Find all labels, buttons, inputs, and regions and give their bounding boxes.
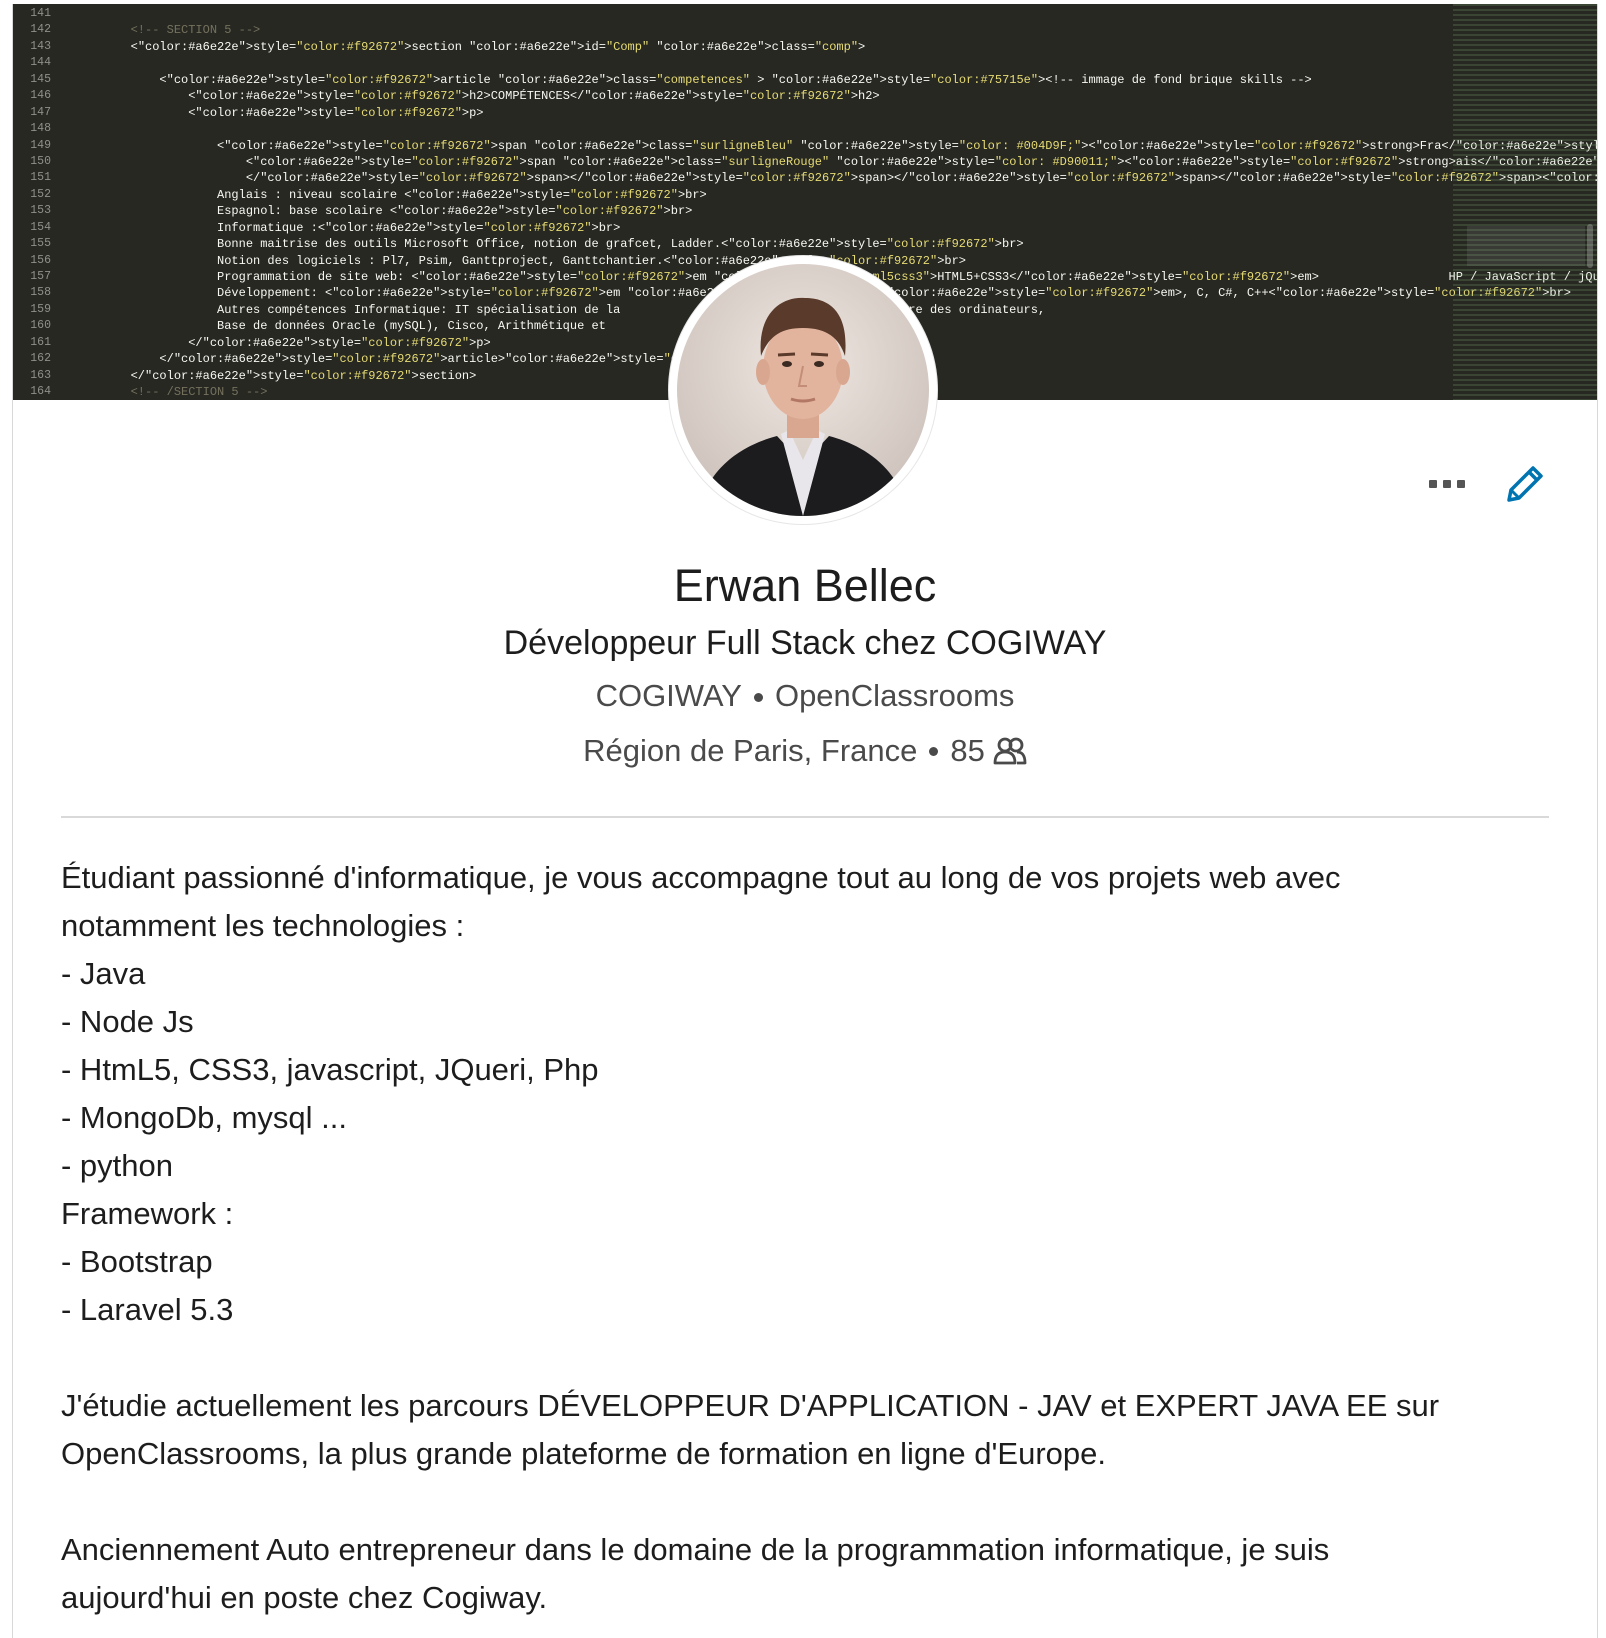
summary-line: - MongoDb, mysql ... (61, 1100, 347, 1135)
line-number: 156 (30, 253, 51, 267)
code-line: Espagnol: base scolaire <"color:#a6e22e"… (73, 204, 693, 219)
profile-location-row: Région de Paris, France 85 (13, 733, 1597, 769)
profile-headline: Développeur Full Stack chez COGIWAY (503, 624, 1107, 662)
line-number: 153 (30, 204, 51, 218)
people-icon (993, 737, 1027, 765)
profile-card: 141 142 143 144 145 146 147 148 149 150 151 152 153 1… (12, 4, 1598, 1638)
editor-minimap (1453, 4, 1597, 400)
line-number: 145 (30, 72, 51, 86)
connections-count: 85 (950, 733, 985, 768)
summary-line: OpenClassrooms, la plus grande plateform… (61, 1436, 1107, 1471)
line-number: 160 (30, 319, 51, 333)
summary-line: notamment les technologies : (61, 908, 465, 943)
avatar-image (677, 264, 929, 516)
code-line: <"color:#a6e22e">style="color:#f92672">a… (73, 72, 1312, 87)
summary-line: J'étudie actuellement les parcours DÉVEL… (61, 1388, 1440, 1423)
line-number: 161 (30, 335, 51, 349)
line-number: 143 (30, 39, 51, 53)
section-divider (61, 816, 1549, 818)
line-number: 154 (30, 220, 51, 234)
line-number: 149 (30, 138, 51, 152)
code-line: <"color:#a6e22e">style="color:#f92672">s… (73, 154, 1597, 169)
summary-line: aujourd'hui en poste chez Cogiway. (61, 1580, 548, 1615)
line-number: 146 (30, 89, 51, 103)
minimap-viewport (1467, 226, 1585, 266)
line-number: 157 (30, 270, 51, 283)
editor-scrollbar (1587, 224, 1593, 268)
line-number: 159 (30, 302, 51, 316)
profile-location: Région de Paris, France (583, 733, 918, 768)
line-number: 147 (30, 105, 51, 119)
summary-line: - Laravel 5.3 (61, 1292, 234, 1327)
code-line: <"color:#a6e22e">style="color:#f92672">h… (73, 89, 880, 104)
code-line: <"color:#a6e22e">style="color:#f92672">s… (73, 39, 866, 54)
summary-line: Étudiant passionné d'informatique, je vo… (61, 860, 1341, 895)
code-line: Informatique :<"color:#a6e22e">style="co… (73, 220, 621, 235)
line-number: 151 (30, 171, 51, 185)
line-number: 152 (30, 187, 51, 201)
code-line: Bonne maitrise des outils Microsoft Offi… (73, 237, 1024, 252)
more-icon-dot (1457, 480, 1465, 488)
line-number: 163 (30, 368, 51, 382)
code-line: Anglais : niveau scolaire <"color:#a6e22… (73, 187, 707, 202)
summary-blank-line (61, 1334, 1551, 1382)
summary-line: - python (61, 1148, 174, 1183)
line-number: 142 (30, 23, 51, 37)
line-number: 155 (30, 237, 51, 251)
profile-name: Erwan Bellec (673, 560, 937, 611)
connections-link[interactable]: 85 (950, 733, 1027, 769)
edit-profile-button[interactable] (1501, 460, 1549, 508)
profile-companies: COGIWAY OpenClassrooms (13, 678, 1597, 714)
line-number: 144 (30, 56, 51, 70)
school-link[interactable]: OpenClassrooms (775, 678, 1014, 713)
more-icon (1429, 480, 1437, 488)
summary-line: - Java (61, 956, 146, 991)
line-number: 148 (30, 122, 51, 136)
line-number: 164 (30, 385, 51, 399)
separator-dot (753, 693, 763, 703)
code-line: </"color:#a6e22e">style="color:#f92672">… (73, 171, 1597, 186)
line-number: 158 (30, 286, 51, 300)
summary-line: Anciennement Auto entrepreneur dans le d… (61, 1532, 1330, 1567)
separator-dot (929, 746, 939, 756)
profile-summary: Étudiant passionné d'informatique, je vo… (61, 854, 1551, 1622)
code-line: <"color:#a6e22e">style="color:#f92672">p… (73, 105, 484, 120)
current-company-link[interactable]: COGIWAY (596, 678, 742, 713)
summary-line: Framework : (61, 1196, 234, 1231)
line-number: 150 (30, 154, 51, 168)
line-number: 162 (30, 352, 51, 366)
code-line: <!-- SECTION 5 --> (73, 23, 261, 38)
summary-line: - Bootstrap (61, 1244, 213, 1279)
summary-blank-line (61, 1478, 1551, 1526)
pencil-icon (1507, 466, 1543, 502)
line-number-gutter: 141 142 143 144 145 146 147 148 149 150 151 152 153 1… (13, 6, 51, 400)
more-icon-dot (1443, 480, 1451, 488)
summary-line: - HtmL5, CSS3, javascript, JQueri, Php (61, 1052, 599, 1087)
more-actions-button[interactable] (1417, 464, 1477, 504)
profile-photo[interactable] (669, 256, 937, 524)
code-line: <"color:#a6e22e">style="color:#f92672">s… (73, 138, 1597, 153)
summary-line: - Node Js (61, 1004, 194, 1039)
line-number: 141 (30, 7, 51, 20)
